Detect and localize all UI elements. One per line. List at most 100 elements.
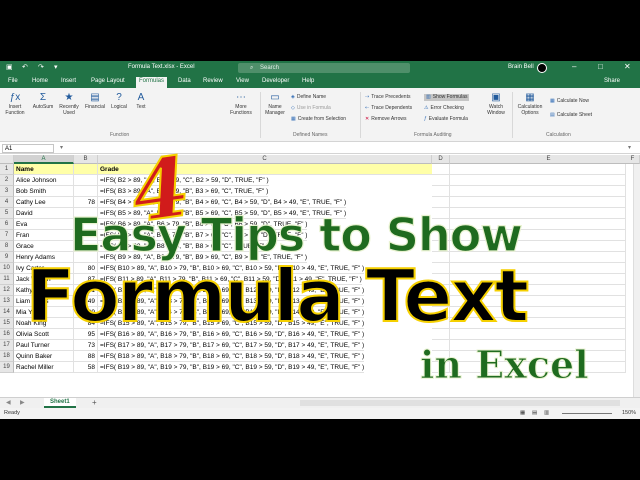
row-header[interactable]: 6 bbox=[0, 219, 14, 230]
name-box-dropdown-icon[interactable]: ▾ bbox=[60, 144, 63, 151]
tab-page-layout[interactable]: Page Layout bbox=[91, 78, 125, 84]
more-functions-button[interactable]: ⋯ More Functions bbox=[230, 92, 252, 116]
table-cell-empty[interactable] bbox=[450, 164, 626, 175]
row-header[interactable]: 4 bbox=[0, 197, 14, 208]
recently-used-button[interactable]: ★ Recently Used bbox=[58, 92, 80, 116]
column-header-d[interactable]: D bbox=[432, 155, 450, 164]
row-header[interactable]: 1 bbox=[0, 164, 14, 175]
table-cell-name[interactable]: Name bbox=[14, 164, 74, 175]
text-button[interactable]: A Text bbox=[130, 92, 152, 110]
table-cell-name[interactable]: Bob Smith bbox=[14, 186, 74, 197]
tab-insert[interactable]: Insert bbox=[61, 78, 76, 84]
tab-review[interactable]: Review bbox=[203, 78, 223, 84]
minimize-button[interactable]: – bbox=[572, 62, 576, 71]
share-button[interactable]: Share bbox=[604, 78, 620, 84]
maximize-button[interactable]: □ bbox=[598, 62, 603, 71]
row-header[interactable]: 17 bbox=[0, 340, 14, 351]
table-cell-name[interactable]: Paul Turner bbox=[14, 340, 74, 351]
insert-function-button[interactable]: ƒx Insert Function bbox=[4, 92, 26, 116]
table-cell-empty[interactable] bbox=[432, 186, 450, 197]
table-cell-formula[interactable]: =IFS( B17 > 89, "A", B17 > 79, "B", B17 … bbox=[98, 340, 365, 351]
user-name[interactable]: Brain Bell bbox=[508, 64, 534, 70]
name-box[interactable]: A1 bbox=[2, 144, 54, 153]
tab-formulas[interactable]: Formulas bbox=[136, 77, 168, 88]
quick-access-dropdown-icon[interactable]: ▾ bbox=[54, 63, 58, 73]
zoom-slider[interactable] bbox=[562, 413, 612, 414]
undo-icon[interactable]: ↶ bbox=[22, 63, 28, 73]
create-from-selection-button[interactable]: ▦ Create from Selection bbox=[291, 116, 346, 123]
row-header[interactable]: 3 bbox=[0, 186, 14, 197]
row-header[interactable]: 19 bbox=[0, 362, 14, 373]
table-cell-name[interactable]: Fran bbox=[14, 230, 74, 241]
column-header-b[interactable]: B bbox=[74, 155, 98, 164]
name-manager-button[interactable]: ▭ Name Manager bbox=[264, 92, 286, 116]
calculate-now-button[interactable]: ▦ Calculate Now bbox=[550, 98, 589, 105]
column-header-a[interactable]: A bbox=[14, 155, 74, 164]
tab-file[interactable]: File bbox=[8, 78, 18, 84]
row-header[interactable]: 14 bbox=[0, 307, 14, 318]
tab-home[interactable]: Home bbox=[32, 78, 48, 84]
add-sheet-button[interactable]: + bbox=[92, 398, 97, 407]
row-header[interactable]: 5 bbox=[0, 208, 14, 219]
table-cell-name[interactable]: Eva bbox=[14, 219, 74, 230]
row-header[interactable]: 10 bbox=[0, 263, 14, 274]
expand-formula-bar-icon[interactable]: ▾ bbox=[628, 144, 631, 151]
tab-view[interactable]: View bbox=[236, 78, 249, 84]
autosave-icon[interactable]: ▣ bbox=[6, 63, 13, 73]
table-cell-score[interactable]: 88 bbox=[74, 351, 98, 362]
tab-developer[interactable]: Developer bbox=[262, 78, 289, 84]
table-cell-score[interactable]: 78 bbox=[74, 197, 98, 208]
row-header[interactable]: 18 bbox=[0, 351, 14, 362]
redo-icon[interactable]: ↷ bbox=[38, 63, 44, 73]
row-header[interactable]: 11 bbox=[0, 274, 14, 285]
tab-data[interactable]: Data bbox=[178, 78, 191, 84]
row-header[interactable]: 16 bbox=[0, 329, 14, 340]
financial-button[interactable]: ▤ Financial bbox=[84, 92, 106, 110]
column-header-e[interactable]: E bbox=[450, 155, 640, 164]
trace-dependents-button[interactable]: ⇠ Trace Dependents bbox=[365, 105, 412, 112]
table-cell-empty[interactable] bbox=[432, 175, 450, 186]
table-cell-empty[interactable] bbox=[450, 175, 626, 186]
table-cell-name[interactable]: Rachel Miller bbox=[14, 362, 74, 373]
table-cell-empty[interactable] bbox=[450, 197, 626, 208]
use-in-formula-button[interactable]: ◇ Use in Formula bbox=[291, 105, 331, 112]
sheet-scroll-left-icon[interactable]: ◀ bbox=[6, 399, 11, 406]
vertical-scrollbar[interactable] bbox=[633, 164, 640, 400]
row-header[interactable]: 2 bbox=[0, 175, 14, 186]
row-header[interactable]: 13 bbox=[0, 296, 14, 307]
define-name-button[interactable]: ◈ Define Name bbox=[291, 94, 326, 101]
table-cell-score[interactable]: 58 bbox=[74, 362, 98, 373]
column-header-f[interactable]: F bbox=[626, 155, 640, 164]
table-cell-name[interactable]: Grace bbox=[14, 241, 74, 252]
error-checking-button[interactable]: ⚠ Error Checking bbox=[424, 105, 464, 112]
row-header[interactable]: 12 bbox=[0, 285, 14, 296]
evaluate-formula-button[interactable]: ƒ Evaluate Formula bbox=[424, 116, 468, 123]
table-cell-name[interactable]: Cathy Lee bbox=[14, 197, 74, 208]
calculate-sheet-button[interactable]: ▤ Calculate Sheet bbox=[550, 112, 592, 119]
search-box[interactable]: ⌕ Search bbox=[238, 63, 410, 73]
close-button[interactable]: ✕ bbox=[624, 62, 631, 71]
table-cell-score[interactable] bbox=[74, 175, 98, 186]
calculation-options-button[interactable]: ▦ Calculation Options bbox=[516, 92, 544, 116]
view-page-break-icon[interactable]: ▥ bbox=[544, 408, 549, 419]
table-cell-empty[interactable] bbox=[432, 164, 450, 175]
avatar[interactable] bbox=[537, 63, 547, 73]
row-header[interactable]: 15 bbox=[0, 318, 14, 329]
table-cell-score[interactable]: 73 bbox=[74, 340, 98, 351]
remove-arrows-button[interactable]: ✕ Remove Arrows bbox=[365, 116, 407, 123]
table-cell-score[interactable] bbox=[74, 186, 98, 197]
view-page-layout-icon[interactable]: ▤ bbox=[532, 408, 537, 419]
row-header[interactable]: 8 bbox=[0, 241, 14, 252]
row-header[interactable]: 7 bbox=[0, 230, 14, 241]
table-cell-empty[interactable] bbox=[450, 186, 626, 197]
table-cell-name[interactable]: Alice Johnson bbox=[14, 175, 74, 186]
table-cell-empty[interactable] bbox=[432, 197, 450, 208]
logical-button[interactable]: ? Logical bbox=[108, 92, 130, 110]
show-formulas-button[interactable]: ▥ Show Formulas bbox=[424, 94, 470, 101]
table-cell-formula[interactable]: =IFS( B18 > 89, "A", B18 > 79, "B", B18 … bbox=[98, 351, 365, 362]
horizontal-scrollbar[interactable] bbox=[300, 400, 620, 406]
watch-window-button[interactable]: ▣ Watch Window bbox=[485, 92, 507, 116]
tab-help[interactable]: Help bbox=[302, 78, 314, 84]
table-cell-name[interactable]: David bbox=[14, 208, 74, 219]
view-normal-icon[interactable]: ▦ bbox=[520, 408, 525, 419]
